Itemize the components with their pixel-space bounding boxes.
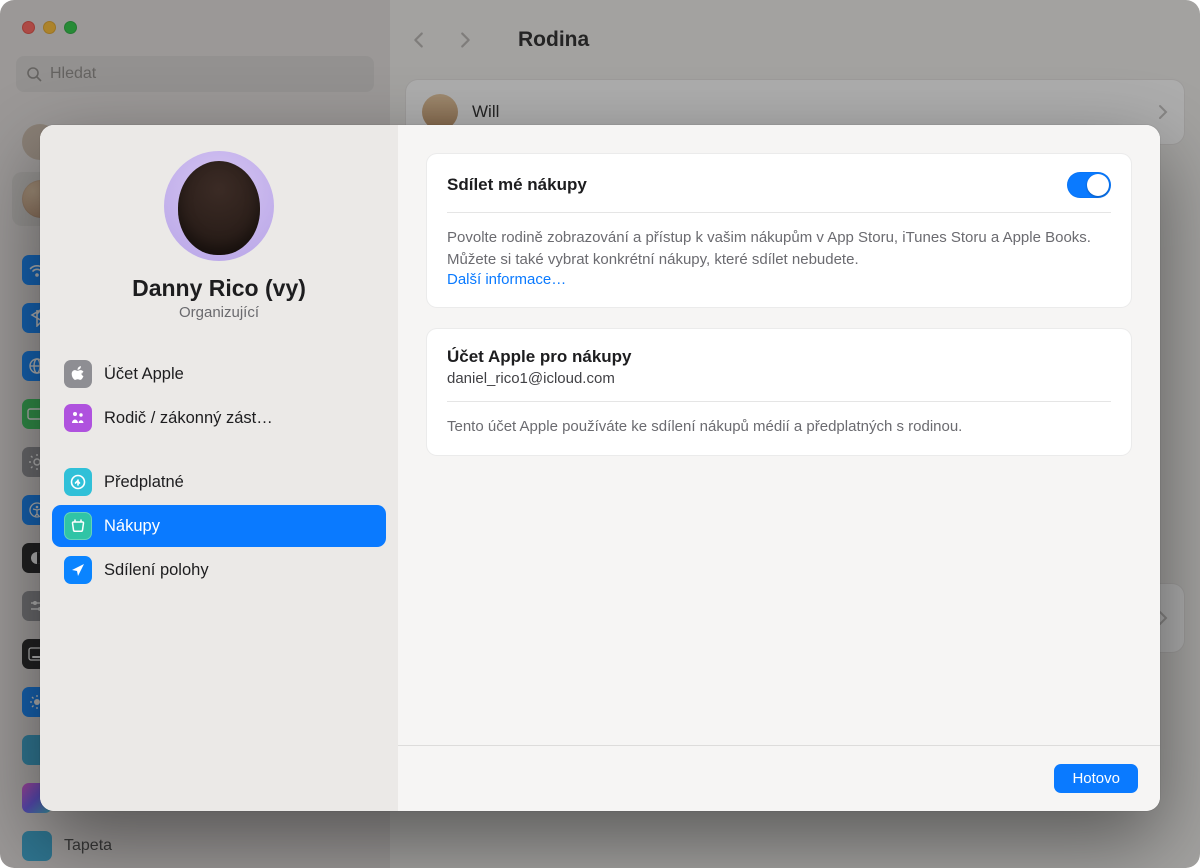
purchase-account-email: daniel_rico1@icloud.com bbox=[447, 370, 1111, 387]
purchase-account-description: Tento účet Apple používáte ke sdílení ná… bbox=[447, 416, 1111, 438]
user-avatar bbox=[164, 151, 274, 261]
modal-content: Sdílet mé nákupy Povolte rodině zobrazov… bbox=[398, 125, 1160, 811]
share-purchases-title: Sdílet mé nákupy bbox=[447, 175, 587, 195]
sidebar-item-label: Rodič / zákonný zást… bbox=[104, 409, 273, 428]
share-purchases-description: Povolte rodině zobrazování a přístup k v… bbox=[447, 227, 1111, 271]
sidebar-item-label: Sdílení polohy bbox=[104, 561, 209, 580]
apple-icon bbox=[64, 360, 92, 388]
sidebar-item-label: Předplatné bbox=[104, 473, 184, 492]
purchase-account-card: Účet Apple pro nákupy daniel_rico1@iclou… bbox=[426, 328, 1132, 457]
sidebar-item-label: Účet Apple bbox=[104, 365, 184, 384]
done-button[interactable]: Hotovo bbox=[1054, 764, 1138, 793]
learn-more-link[interactable]: Další informace… bbox=[447, 271, 566, 288]
purchase-account-title: Účet Apple pro nákupy bbox=[447, 347, 1111, 367]
sidebar-item-parent[interactable]: Rodič / zákonný zást… bbox=[52, 397, 386, 439]
user-name: Danny Rico (vy) bbox=[132, 275, 306, 302]
user-role: Organizující bbox=[179, 304, 259, 321]
sidebar-item-apple-id[interactable]: Účet Apple bbox=[52, 353, 386, 395]
sidebar-item-purchases[interactable]: Nákupy bbox=[52, 505, 386, 547]
modal-footer: Hotovo bbox=[398, 745, 1160, 811]
family-member-modal: Danny Rico (vy) Organizující Účet Apple … bbox=[40, 125, 1160, 811]
settings-window: Hledat Spořič obrazovky Siri Tapeta bbox=[0, 0, 1200, 868]
subscription-icon bbox=[64, 468, 92, 496]
share-purchases-card: Sdílet mé nákupy Povolte rodině zobrazov… bbox=[426, 153, 1132, 308]
location-icon bbox=[64, 556, 92, 584]
sidebar-item-subscription[interactable]: Předplatné bbox=[52, 461, 386, 503]
parent-icon bbox=[64, 404, 92, 432]
share-purchases-toggle[interactable] bbox=[1067, 172, 1111, 198]
sidebar-item-location[interactable]: Sdílení polohy bbox=[52, 549, 386, 591]
sidebar-item-label: Nákupy bbox=[104, 517, 160, 536]
modal-sidebar: Danny Rico (vy) Organizující Účet Apple … bbox=[40, 125, 398, 811]
purchases-icon bbox=[64, 512, 92, 540]
